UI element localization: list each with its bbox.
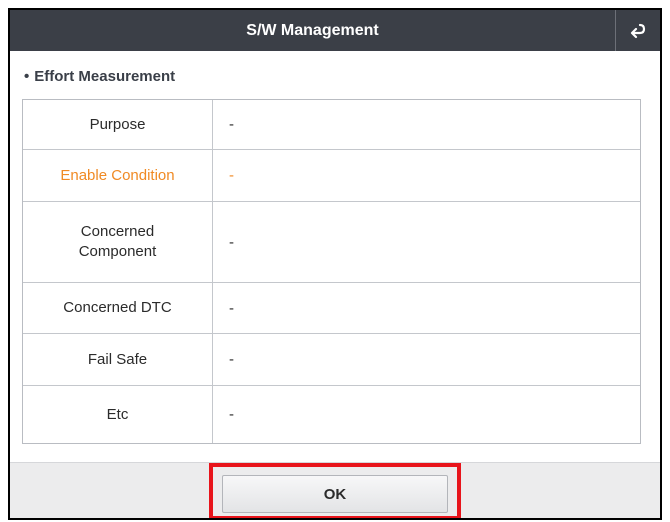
ok-button[interactable]: OK	[222, 475, 448, 513]
table-row-etc: Etc -	[23, 386, 640, 443]
dialog-footer: OK	[10, 462, 660, 518]
row-value: -	[229, 167, 234, 184]
row-label: Purpose	[23, 100, 213, 149]
row-value: -	[229, 233, 234, 251]
table-row-enable-condition: Enable Condition -	[23, 150, 640, 202]
sw-management-dialog: S/W Management • Effort Measurement Purpo…	[8, 8, 662, 520]
row-label: Concerned DTC	[23, 283, 213, 333]
table-row-concerned-component: Concerned Component -	[23, 202, 640, 283]
title-bar: S/W Management	[10, 10, 660, 51]
table-row-fail-safe: Fail Safe -	[23, 334, 640, 386]
back-button[interactable]	[615, 10, 660, 51]
table-row-purpose: Purpose -	[23, 100, 640, 150]
section-title: • Effort Measurement	[24, 68, 175, 85]
row-label: Enable Condition	[23, 150, 213, 201]
row-value: -	[229, 116, 234, 133]
return-arrow-icon	[630, 23, 646, 38]
section-title-text: Effort Measurement	[34, 68, 176, 85]
row-label: Fail Safe	[23, 334, 213, 385]
window-title: S/W Management	[246, 22, 379, 39]
row-value: -	[229, 299, 234, 317]
table-row-concerned-dtc: Concerned DTC -	[23, 283, 640, 334]
row-value: -	[229, 406, 234, 423]
row-label: Etc	[23, 386, 213, 443]
info-table: Purpose - Enable Condition - Concerned C…	[22, 99, 641, 444]
row-label: Concerned Component	[23, 202, 213, 282]
section-bullet: •	[24, 68, 30, 85]
row-value: -	[229, 351, 234, 368]
